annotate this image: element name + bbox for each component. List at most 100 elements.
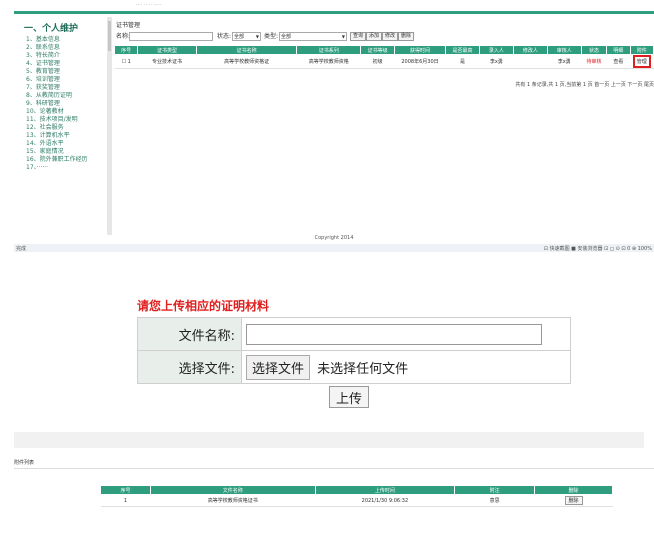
cert-creator-cell: 李x勇 [479,54,514,69]
sidebar-list: 1、基本信息 2、联系信息 3、特长简介 4、证书管理 5、教育管理 6、培训管理 7、获奖… [14,36,110,172]
attachment-cell: 管理 [630,54,654,69]
column-header: 录入人 [478,45,514,55]
choose-file-button[interactable]: 选择文件 [246,354,311,380]
column-header: 序号 [100,485,151,495]
sidebar-item[interactable]: 12、社会服务 [14,124,110,132]
sidebar-item[interactable]: 6、培训管理 [14,76,110,84]
sidebar-item[interactable]: 13、计算机水平 [14,132,110,140]
name-label: 名称: [116,33,131,40]
sidebar-item[interactable]: 5、教育管理 [14,68,110,76]
sidebar-item[interactable]: 7、获奖管理 [14,84,110,92]
attachment-list-title: 附件列表 [14,460,35,466]
name-input[interactable] [129,32,213,41]
pager[interactable]: 共有 1 条记录,共 1 页,当前第 1 页 首一页 上一页 下一页 尾页 [515,81,654,88]
view-detail-link[interactable]: 查看 [606,54,631,69]
choose-file-label: 选择文件: [137,350,242,384]
column-header: 附注 [454,485,536,495]
attachment-table: 序号 文件名称 上传时间 附注 删除 1 高等学校教师资格证书 2021/1/30 9:… [100,485,613,507]
upload-title: 请您上传相应的证明材料 [137,299,270,313]
status-badge: 待审核 [581,54,607,69]
column-header: 是否最高 [444,45,480,55]
column-header: 状态 [580,45,608,55]
upload-form: 文件名称: 选择文件: 选择文件 未选择任何文件 [137,317,571,384]
sidebar-scrollbar[interactable] [107,17,112,235]
divider [14,468,654,469]
column-header: 修改人 [512,45,548,55]
copyright: Copyright 2014 [314,235,354,241]
delete-button[interactable]: 删除 [398,32,415,41]
status-select[interactable]: 全部 [232,32,261,41]
sidebar-item[interactable]: 2、联系信息 [14,44,110,52]
sidebar: 一、个人维护 1、基本信息 2、联系信息 3、特长简介 4、证书管理 5、教育管理 6、培… [14,17,110,235]
column-header: 获得时间 [394,45,446,55]
sidebar-item[interactable]: 3、特长简介 [14,52,110,60]
divider-band [14,432,644,448]
column-header: 审核人 [546,45,582,55]
delete-attachment-button[interactable]: 删除 [564,496,583,505]
column-header: 上传时间 [314,485,456,495]
column-header: 附件 [629,45,654,55]
certificate-table: 序号 证书类型 证书名称 证书系列 证书等级 获得时间 是否最高 录入人 修改人 审核人 状态 明细附… [113,45,654,69]
status-right: ⊡ 快速截图 ■ 安装浏览器 ⊡ ◻ ⊙ ⊡ 0 ⊕ 100% [543,246,652,252]
attachment-name-cell: 高等学校教师资格证书 [150,494,316,507]
file-name-label: 文件名称: [137,317,242,351]
main-panel: 证书管理 名称: 状态: 全部 类型: 全部 查询 添加 修改 删除 序号证书类… [113,17,654,235]
status-label: 状态: [217,33,232,40]
file-name-cell [241,317,571,351]
filter-bar: 名称: 状态: 全部 类型: 全部 查询 添加 修改 删除 [114,31,654,43]
app-header-bar: ···· ·· ·· ····· [14,0,654,14]
cert-date-cell: 2008年6月30日 [394,54,446,69]
cert-level-cell: 初级 [360,54,395,69]
attachment-delete-cell: 删除 [534,494,613,507]
sidebar-item[interactable]: 14、外语水平 [14,140,110,148]
attachment-time-cell: 2021/1/30 9:06:32 [315,494,455,507]
column-header: 文件名称 [149,485,316,495]
sidebar-item[interactable]: 1、基本信息 [14,36,110,44]
scrollbar-thumb[interactable] [108,21,111,51]
no-file-text: 未选择任何文件 [317,361,409,377]
file-name-input[interactable] [246,323,542,345]
sidebar-item[interactable]: 11、技术项目/发明 [14,116,110,124]
header-ghost-text: ···· ·· ·· ····· [136,2,162,8]
cert-type-cell: 专业技术证书 [137,54,197,69]
column-header: 序号 [113,45,139,55]
sidebar-item[interactable]: 10、论著教材 [14,108,110,116]
query-button[interactable]: 查询 [350,32,367,41]
page-title: 证书管理 [116,22,141,29]
column-header: 明细 [606,45,631,55]
attachment-number-cell: 1 [100,494,151,507]
table-row: 1 高等学校教师资格证书 2021/1/30 9:06:32 意思 删除 [100,494,613,507]
status-bar: 完成 ⊡ 快速截图 ■ 安装浏览器 ⊡ ◻ ⊙ ⊡ 0 ⊕ 100% [14,244,654,252]
cert-series-cell: 高等学校教师资格 [296,54,361,69]
edit-button[interactable]: 修改 [382,32,399,41]
table-header: 序号 证书类型 证书名称 证书系列 证书等级 获得时间 是否最高 录入人 修改人 审核人 状态 明细附… [113,45,654,55]
manage-attachment-link[interactable]: 管理 [632,55,651,68]
sidebar-item[interactable]: 16、院外兼职工作经历 [14,156,110,164]
app-window: ···· ·· ·· ····· 一、个人维护 1、基本信息 2、联系信息 3、特长… [14,0,654,252]
cert-modifier-cell [513,54,548,69]
attachment-header: 序号 文件名称 上传时间 附注 删除 [100,485,613,495]
add-button[interactable]: 添加 [366,32,383,41]
cert-highest-cell: 是 [445,54,480,69]
status-left: 完成 [16,246,27,252]
choose-file-cell: 选择文件 未选择任何文件 [241,350,571,384]
column-header: 证书名称 [195,45,298,55]
row-checkbox[interactable]: ☐ [122,59,126,65]
column-header: 证书系列 [296,45,362,55]
cert-auditor-cell: 李x勇 [547,54,582,69]
type-select[interactable]: 全部 [279,32,347,41]
column-header: 删除 [534,485,613,495]
sidebar-heading[interactable]: 一、个人维护 [14,17,110,36]
sidebar-item[interactable]: 8、从教简历证明 [14,92,110,100]
table-row: ☐ 1 专业技术证书 高等学校教师资格证 高等学校教师资格 初级 2008年6月… [114,54,654,69]
cert-name-cell: 高等学校教师资格证 [196,54,297,69]
sidebar-item[interactable]: 17、······ [14,164,110,172]
upload-button[interactable]: 上传 [329,386,370,408]
sidebar-item[interactable]: 15、家庭情况 [14,148,110,156]
attachment-note-cell: 意思 [454,494,535,507]
column-header: 证书等级 [360,45,396,55]
sidebar-item[interactable]: 9、科研管理 [14,100,110,108]
column-header: 证书类型 [137,45,197,55]
row-number-cell: ☐ 1 [114,54,138,69]
sidebar-item[interactable]: 4、证书管理 [14,60,110,68]
